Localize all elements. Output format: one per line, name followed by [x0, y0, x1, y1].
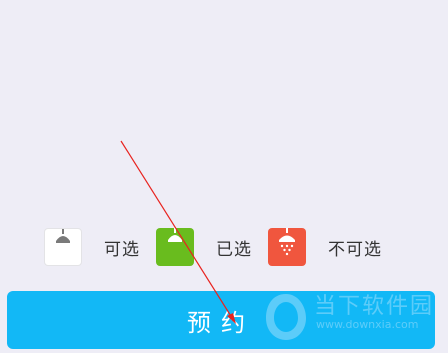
legend-available-label: 可选: [104, 239, 140, 260]
available-swatch: [44, 228, 82, 266]
shower-icon: [168, 228, 182, 242]
reserve-button[interactable]: 预约: [7, 291, 435, 349]
selected-swatch: [156, 228, 194, 266]
unavailable-swatch: [268, 228, 306, 266]
legend-available: 可选: [44, 228, 140, 266]
shower-icon: [279, 228, 295, 256]
legend-unavailable-label: 不可选: [328, 239, 382, 260]
legend-selected: 已选: [156, 228, 252, 266]
reserve-button-label: 预约: [187, 309, 255, 337]
legend-selected-label: 已选: [216, 239, 252, 260]
shower-icon: [56, 229, 70, 243]
legend-unavailable: 不可选: [268, 228, 382, 266]
